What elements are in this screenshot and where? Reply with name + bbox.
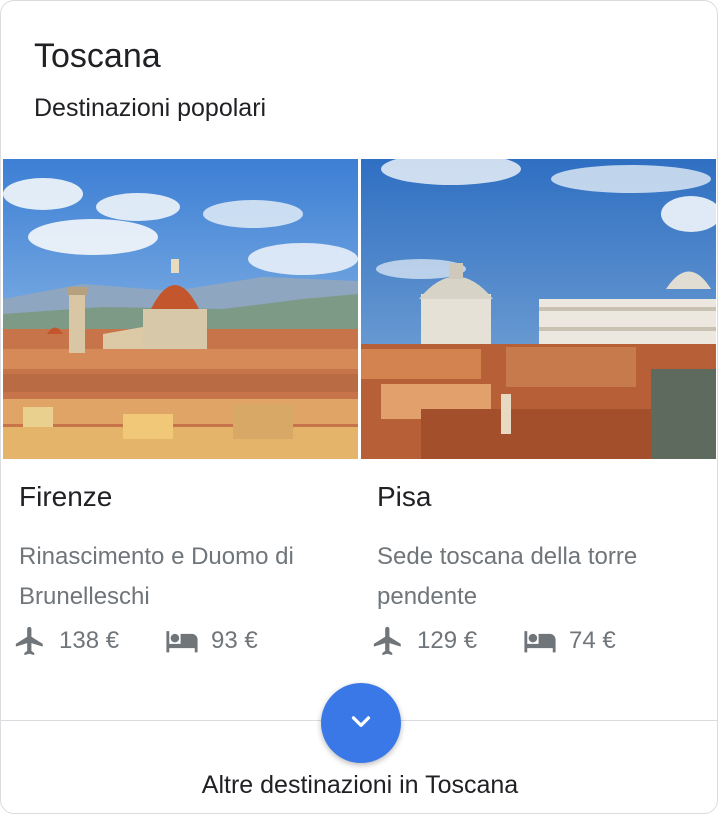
- hotel-price: 93 €: [165, 624, 258, 658]
- hotel-price-value: 93 €: [211, 627, 258, 654]
- section-subtitle: Destinazioni popolari: [34, 94, 267, 122]
- destination-name: Firenze: [19, 481, 113, 512]
- destination-card-pisa[interactable]: Pisa Sede toscana della torre pendente 1…: [361, 159, 716, 656]
- airplane-icon: [371, 624, 405, 658]
- airplane-icon: [13, 624, 47, 658]
- destination-card-firenze[interactable]: Firenze Rinascimento e Duomo di Brunelle…: [3, 159, 358, 656]
- price-row: 138 € 93 €: [13, 624, 353, 660]
- price-row: 129 € 74 €: [371, 624, 711, 660]
- bed-icon: [523, 624, 557, 658]
- flight-price-value: 138 €: [59, 627, 120, 654]
- bed-icon: [165, 624, 199, 658]
- destination-description: Sede toscana della torre pendente: [377, 543, 638, 610]
- destination-name: Pisa: [377, 481, 432, 512]
- florence-photo: [3, 159, 358, 459]
- expand-button[interactable]: [321, 683, 401, 763]
- destination-photo-pisa[interactable]: [361, 159, 716, 459]
- hotel-price-value: 74 €: [569, 627, 616, 654]
- flight-price-value: 129 €: [417, 627, 478, 654]
- flight-price: 138 €: [13, 624, 119, 658]
- pisa-photo: [361, 159, 716, 459]
- destinations-card: Toscana Destinazioni popolari Firenze Ri…: [0, 0, 718, 814]
- hotel-price: 74 €: [523, 624, 616, 658]
- destination-photo-firenze[interactable]: [3, 159, 358, 459]
- more-destinations-link[interactable]: Altre destinazioni in Toscana: [1, 771, 717, 800]
- chevron-down-icon: [346, 706, 376, 741]
- region-title: Toscana: [34, 37, 161, 75]
- destination-description: Rinascimento e Duomo di Brunelleschi: [19, 543, 294, 610]
- flight-price: 129 €: [371, 624, 477, 658]
